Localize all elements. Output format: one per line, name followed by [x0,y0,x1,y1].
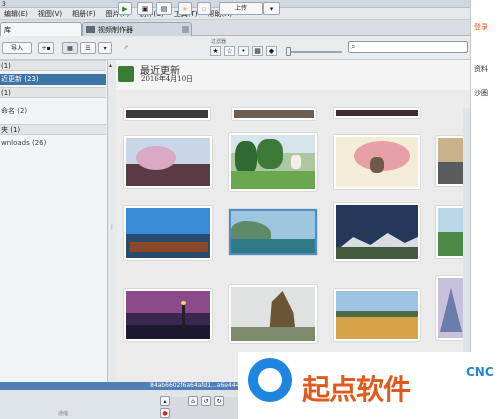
menu-view[interactable]: 视图(V) [38,9,62,19]
photo-thumbnail[interactable] [124,206,212,260]
tab-library-label: 库 [4,25,11,34]
photo-thumbnail[interactable] [334,108,420,118]
upload-dropdown-icon[interactable]: ▾ [263,2,280,15]
photo-thumbnail[interactable] [436,276,466,340]
import-button[interactable]: 导入 [2,42,32,54]
brand-name: 起点软件 [302,373,411,406]
photo-thumbnail[interactable] [124,108,210,120]
filter-label: 过滤器 [211,39,227,45]
star-filter-icon[interactable]: ★ [210,46,221,56]
sidebar-item-recent[interactable]: 近更新 (23) [0,74,106,85]
person-filter-icon[interactable]: • [238,46,249,56]
overlay-login-link[interactable]: 登录 [474,22,488,32]
grid-view-icon[interactable]: ▦ [62,42,78,54]
import-label: 导入 [10,45,23,52]
photo-thumbnail[interactable] [334,289,420,341]
toolbar: 导入 +▪ ▦ ☰ ▾ ➚ 过滤器 ★ ☆ • ▦ ◆ ⌕ [0,36,470,60]
brand-suffix: CNC [466,365,494,379]
photo-thumbnail[interactable] [436,136,466,186]
overlay-circle-link[interactable]: 沙圈 [474,88,488,98]
sidebar-item-downloads[interactable]: wnloads (26) [0,138,106,149]
search-icon: ⌕ [351,42,356,51]
close-icon[interactable] [182,26,189,33]
tab-row: 库 视频制作器 [0,20,470,36]
film-icon [86,26,95,33]
photo-thumbnail[interactable] [229,285,317,343]
search-input[interactable]: ⌕ [348,41,468,53]
side-overlay-panel [470,0,500,360]
list-view-icon[interactable]: ☰ [80,42,96,54]
star-icon[interactable]: ★ [178,2,192,15]
photo-thumbnail[interactable] [124,289,212,341]
photo-thumbnail-selected[interactable] [229,209,317,255]
view-dropdown-icon[interactable]: ▾ [98,42,112,54]
overlay-profile-link[interactable]: 资料 [474,64,488,74]
tab-library[interactable]: 库 [0,22,82,36]
scroll-up-icon[interactable]: ▴ [109,62,112,69]
save-icon[interactable]: ▫ [197,2,211,15]
add-icon[interactable]: +▪ [38,42,54,54]
slideshow-play-icon[interactable]: ▶ [118,2,132,15]
sidebar-group-header[interactable]: (1) [0,60,106,71]
library-sidebar: (1) 近更新 (23) (1) 命名 (2) 夹 (1) wnloads (2… [0,60,108,382]
tab-video-label: 视频制作器 [98,25,133,34]
window-title: 3 [2,1,6,8]
brand-logo-inner [258,368,282,392]
photo-thumbnail[interactable] [124,136,212,188]
tray-controls [160,397,240,419]
menu-album[interactable]: 相册(F) [72,9,96,19]
star-outline-filter-icon[interactable]: ☆ [224,46,235,56]
movie-icon[interactable]: ▤ [156,2,172,15]
share-icon[interactable]: ➚ [118,42,134,54]
scroll-splitter-icon[interactable]: ⋮ [109,224,115,231]
album-date: 2016年4月10日 [141,75,194,83]
rotate-left-icon[interactable]: ↺ [201,396,211,406]
video-filter-icon[interactable]: ▦ [252,46,263,56]
photo-thumbnail[interactable] [334,135,420,189]
location-filter-icon[interactable]: ◆ [266,46,277,56]
tray-home-icon[interactable]: ⌂ [188,396,198,406]
zoom-slider-track[interactable] [286,51,342,53]
photo-thumbnail[interactable] [436,206,466,258]
sidebar-group-header[interactable]: (1) [0,87,106,98]
tray-stop-icon[interactable]: ● [160,408,170,418]
sidebar-item-unnamed[interactable]: 命名 (2) [0,106,106,117]
album-folder-icon [118,66,134,82]
photo-thumbnail[interactable] [232,108,316,120]
sidebar-group-folders[interactable]: 夹 (1) [0,124,106,135]
photo-thumbnail[interactable] [334,203,420,261]
tab-video-maker[interactable]: 视频制作器 [82,22,192,36]
tray-label: 通缩 [58,411,69,417]
collage-icon[interactable]: ▣ [137,2,153,15]
tray-up-icon[interactable]: ▴ [160,396,170,406]
menu-edit[interactable]: 编辑(E) [4,9,28,19]
sidebar-scrollbar[interactable]: ▴ ⋮ [108,60,116,382]
upload-label: 上传 [234,5,247,12]
grid-scrollbar[interactable] [463,108,470,382]
photo-thumbnail[interactable] [229,133,317,191]
zoom-slider-handle[interactable] [286,47,291,56]
rotate-right-icon[interactable]: ↻ [214,396,224,406]
upload-button[interactable]: 上传 [219,2,263,15]
